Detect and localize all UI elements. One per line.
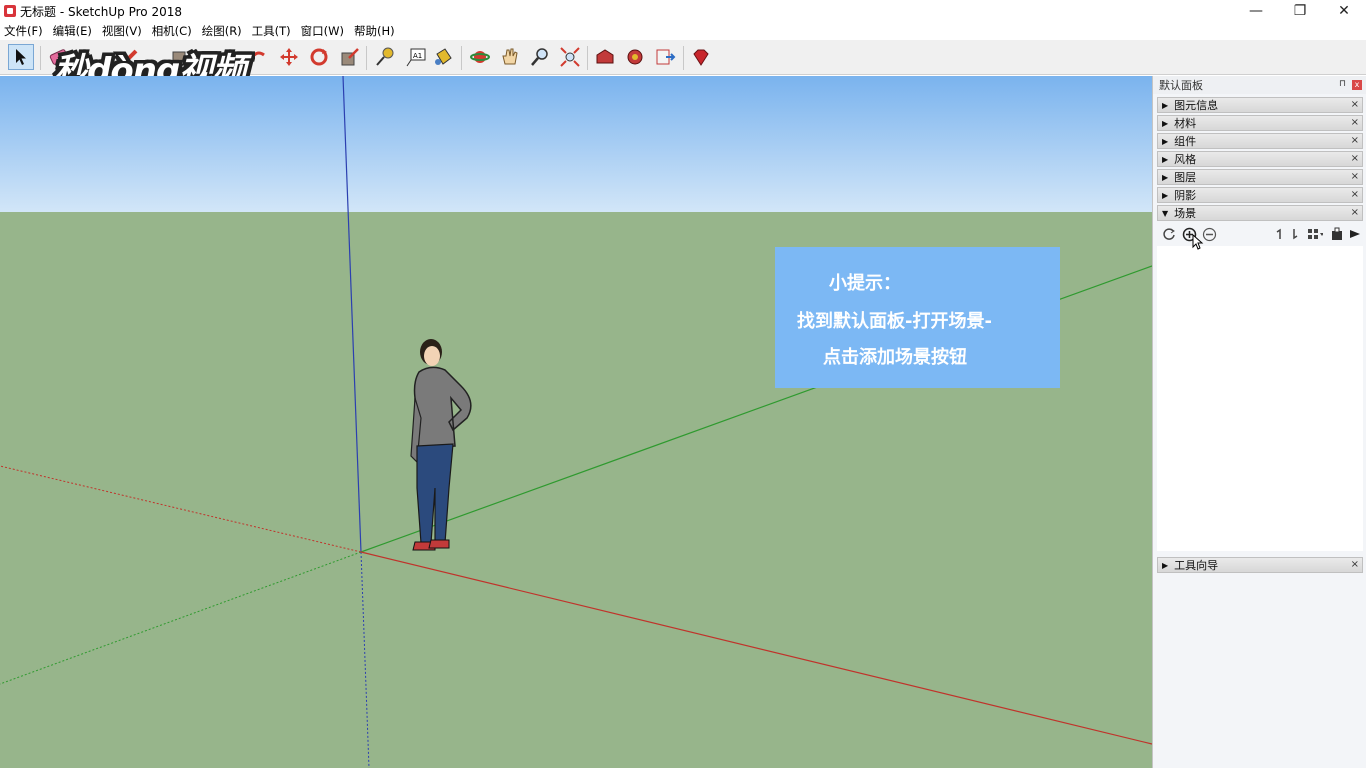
tray-title: 默认面板: [1159, 79, 1203, 92]
green-axis-negative: [0, 551, 362, 685]
text-icon[interactable]: A1: [403, 44, 429, 70]
refresh-icon[interactable]: [1161, 226, 1177, 242]
panel-close-icon[interactable]: ×: [1351, 207, 1359, 218]
collapsed-triangle-icon: ▶: [1162, 190, 1169, 200]
menu-file[interactable]: 文件(F): [4, 23, 43, 39]
svg-text:A1: A1: [413, 52, 422, 60]
red-axis: [360, 551, 1152, 745]
scale-icon[interactable]: [337, 44, 363, 70]
panel-close-icon[interactable]: ×: [1351, 189, 1359, 200]
sketchup-app-icon: [4, 5, 16, 17]
menu-window[interactable]: 窗口(W): [301, 23, 344, 39]
details-icon[interactable]: [1329, 226, 1345, 242]
orbit-icon[interactable]: [467, 44, 493, 70]
tip-line-2: 点击添加场景按钮: [823, 347, 967, 368]
pan-icon[interactable]: [497, 44, 523, 70]
view-options-icon[interactable]: [1307, 226, 1323, 242]
zoom-extents-icon[interactable]: [557, 44, 583, 70]
panel-close-icon[interactable]: ×: [1351, 135, 1359, 146]
warehouse-icon[interactable]: [592, 44, 618, 70]
menu-help[interactable]: 帮助(H): [354, 23, 395, 39]
panel-components[interactable]: ▶ 组件 ×: [1157, 133, 1363, 149]
pin-icon[interactable]: ⊓: [1339, 79, 1346, 89]
panel-close-icon[interactable]: ×: [1351, 117, 1359, 128]
panel-entity-info[interactable]: ▶ 图元信息 ×: [1157, 97, 1363, 113]
collapsed-triangle-icon: ▶: [1162, 154, 1169, 164]
title-bar: 无标题 - SketchUp Pro 2018 — ❐ ✕: [0, 0, 1366, 22]
tip-title: 小提示：: [829, 273, 901, 294]
blue-axis: [342, 76, 362, 553]
mouse-cursor-icon: [1192, 234, 1204, 250]
toolbar-separator: [366, 46, 367, 70]
paint-bucket-icon[interactable]: [430, 44, 456, 70]
panel-styles[interactable]: ▶ 风格 ×: [1157, 151, 1363, 167]
zoom-icon[interactable]: [527, 44, 553, 70]
panel-label: 图层: [1174, 171, 1197, 184]
menu-view[interactable]: 视图(V): [102, 23, 142, 39]
red-axis-negative: [0, 465, 362, 553]
panel-label: 风格: [1174, 153, 1197, 166]
menu-draw[interactable]: 绘图(R): [202, 23, 242, 39]
panel-label: 材料: [1174, 117, 1197, 130]
move-up-icon[interactable]: [1271, 226, 1287, 242]
panel-label: 阴影: [1174, 189, 1197, 202]
panel-close-icon[interactable]: ×: [1351, 99, 1359, 110]
send-to-layout-icon[interactable]: [652, 44, 678, 70]
toggle-icon[interactable]: [1347, 226, 1363, 242]
menu-tools[interactable]: 工具(T): [252, 23, 291, 39]
panel-instructor[interactable]: ▶ 工具向导 ×: [1157, 557, 1363, 573]
collapsed-triangle-icon: ▶: [1162, 172, 1169, 182]
panel-close-icon[interactable]: ×: [1351, 153, 1359, 164]
tip-line-1: 找到默认面板-打开场景-: [797, 311, 992, 332]
select-icon[interactable]: [8, 44, 34, 70]
menu-bar: 文件(F) 编辑(E) 视图(V) 相机(C) 绘图(R) 工具(T) 窗口(W…: [0, 22, 1366, 40]
panel-label: 组件: [1174, 135, 1197, 148]
collapsed-triangle-icon: ▶: [1162, 118, 1169, 128]
maximize-button[interactable]: ❐: [1278, 0, 1322, 22]
tip-box: 小提示： 找到默认面板-打开场景- 点击添加场景按钮: [775, 247, 1060, 388]
drawing-viewport[interactable]: 小提示： 找到默认面板-打开场景- 点击添加场景按钮: [0, 76, 1152, 768]
scene-list-area[interactable]: [1157, 246, 1363, 551]
panel-shadows[interactable]: ▶ 阴影 ×: [1157, 187, 1363, 203]
collapsed-triangle-icon: ▶: [1162, 560, 1169, 570]
panel-close-icon[interactable]: ×: [1351, 171, 1359, 182]
window-title: 无标题 - SketchUp Pro 2018: [20, 4, 182, 19]
toolbar-separator: [683, 46, 684, 70]
default-tray: 默认面板 ⊓ x ▶ 图元信息 × ▶ 材料 × ▶ 组件 × ▶ 风格 × ▶…: [1152, 76, 1366, 768]
move-icon[interactable]: [276, 44, 302, 70]
axes-overlay: [0, 76, 1152, 768]
person-figure: [410, 339, 472, 551]
panel-label: 场景: [1174, 207, 1197, 220]
panel-materials[interactable]: ▶ 材料 ×: [1157, 115, 1363, 131]
minimize-button[interactable]: —: [1234, 0, 1278, 22]
panel-layers[interactable]: ▶ 图层 ×: [1157, 169, 1363, 185]
expanded-triangle-icon: ▼: [1162, 208, 1169, 218]
collapsed-triangle-icon: ▶: [1162, 136, 1169, 146]
panel-label: 图元信息: [1174, 99, 1219, 112]
toolbar-separator: [587, 46, 588, 70]
menu-edit[interactable]: 编辑(E): [53, 23, 92, 39]
extension-warehouse-icon[interactable]: [622, 44, 648, 70]
panel-scenes[interactable]: ▼ 场景 ×: [1157, 205, 1363, 221]
scene-toolbar: [1157, 224, 1363, 244]
panel-label: 工具向导: [1174, 559, 1219, 572]
move-down-icon[interactable]: [1287, 226, 1303, 242]
collapsed-triangle-icon: ▶: [1162, 100, 1169, 110]
toolbar-separator: [40, 46, 41, 70]
blue-axis-negative: [360, 551, 370, 768]
rotate-icon[interactable]: [306, 44, 332, 70]
toolbar-separator: [461, 46, 462, 70]
tape-measure-icon[interactable]: [372, 44, 398, 70]
tray-header: 默认面板 ⊓ x: [1153, 76, 1366, 94]
ruby-icon[interactable]: [688, 44, 714, 70]
close-button[interactable]: ✕: [1322, 0, 1366, 22]
panel-close-icon[interactable]: ×: [1351, 559, 1359, 570]
menu-camera[interactable]: 相机(C): [152, 23, 192, 39]
tray-close-button[interactable]: x: [1352, 80, 1362, 90]
